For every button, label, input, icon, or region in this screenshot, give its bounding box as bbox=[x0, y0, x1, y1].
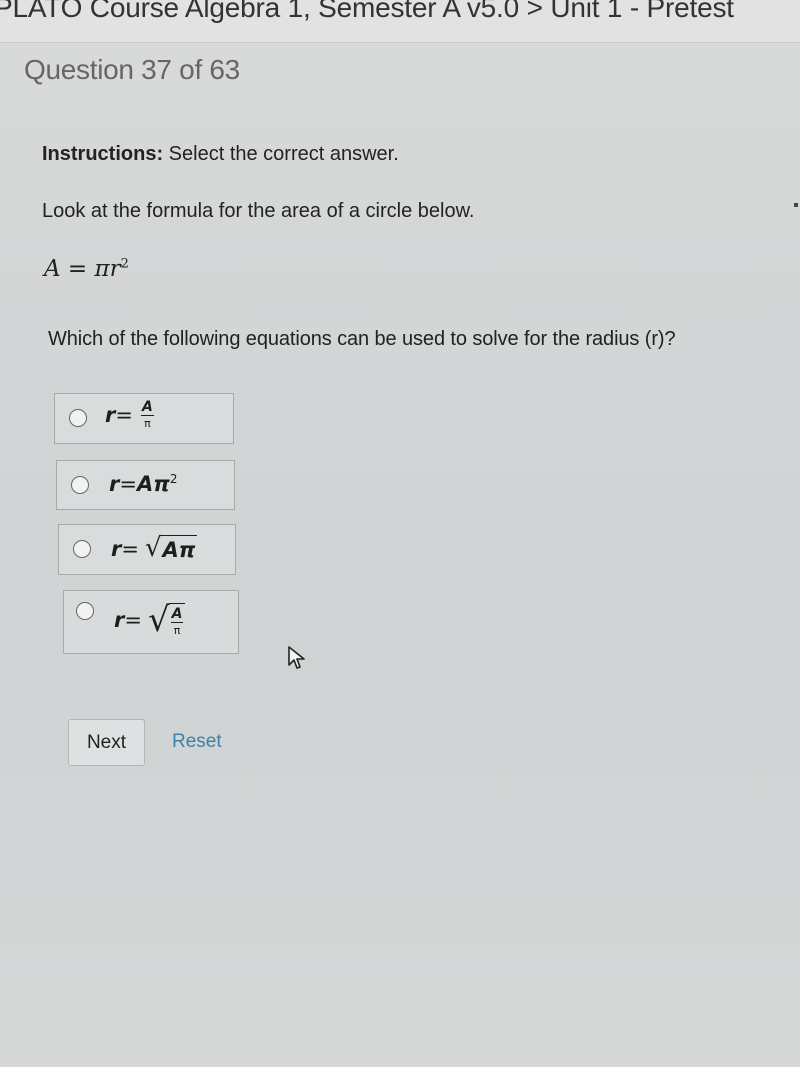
eq-exponent: 2 bbox=[169, 472, 178, 486]
option-equation: r = Aπ 2 bbox=[109, 472, 177, 496]
next-button[interactable]: Next bbox=[68, 719, 145, 766]
eq-lhs: r bbox=[105, 402, 116, 427]
radio-icon[interactable] bbox=[76, 602, 94, 620]
mouse-pointer-icon bbox=[288, 646, 305, 669]
eq-equals: = bbox=[115, 402, 133, 427]
formula-exponent: 2 bbox=[120, 256, 129, 272]
eq-lhs: r bbox=[111, 536, 122, 561]
fraction-denominator: π bbox=[173, 624, 181, 637]
eq-equals: = bbox=[121, 536, 139, 561]
area-formula: A = πr2 bbox=[44, 256, 129, 282]
screen-speck bbox=[794, 203, 798, 207]
radical-sign-icon: √ bbox=[147, 600, 170, 640]
eq-equals: = bbox=[119, 472, 137, 496]
radio-icon[interactable] bbox=[73, 540, 91, 558]
radicand: Aπ bbox=[162, 538, 196, 562]
eq-lhs: r bbox=[114, 608, 125, 632]
option-equation: r = A π bbox=[105, 400, 154, 429]
fraction-numerator: A bbox=[140, 399, 154, 416]
instructions-label: Instructions: bbox=[42, 143, 164, 165]
question-text: Which of the following equations can be … bbox=[48, 328, 676, 350]
answer-option-b[interactable]: r = Aπ 2 bbox=[56, 460, 235, 510]
square-root: √ A π bbox=[148, 603, 186, 637]
formula-rhs: πr bbox=[94, 256, 121, 282]
fraction-numerator: A bbox=[170, 606, 184, 623]
eq-equals: = bbox=[124, 608, 142, 632]
fraction: A π bbox=[170, 606, 184, 637]
reset-link[interactable]: Reset bbox=[172, 731, 222, 753]
answer-option-a[interactable]: r = A π bbox=[54, 393, 234, 444]
eq-base: Aπ bbox=[136, 472, 170, 496]
answer-option-c[interactable]: r = √ Aπ bbox=[58, 524, 236, 575]
radio-icon[interactable] bbox=[71, 476, 89, 494]
eq-lhs: r bbox=[109, 472, 120, 496]
instructions: Instructions: Select the correct answer. bbox=[42, 143, 399, 166]
instructions-text: Select the correct answer. bbox=[163, 143, 399, 165]
option-equation: r = √ Aπ bbox=[111, 533, 198, 563]
question-counter: Question 37 of 63 bbox=[24, 54, 240, 85]
question-prompt: Look at the formula for the area of a ci… bbox=[42, 200, 475, 222]
radical-sign-icon: √ bbox=[144, 533, 162, 563]
fraction-denominator: π bbox=[144, 417, 151, 430]
formula-lhs: A bbox=[44, 256, 61, 282]
square-root: √ Aπ bbox=[144, 533, 198, 563]
course-header: PLATO Course Algebra 1, Semester A v5.0 … bbox=[0, 0, 800, 43]
answer-option-d[interactable]: r = √ A π bbox=[63, 590, 239, 654]
formula-equals: = bbox=[60, 256, 95, 282]
fraction: A π bbox=[140, 399, 154, 430]
breadcrumb[interactable]: PLATO Course Algebra 1, Semester A v5.0 … bbox=[0, 0, 734, 24]
radio-icon[interactable] bbox=[69, 409, 87, 427]
option-equation: r = √ A π bbox=[114, 603, 186, 637]
